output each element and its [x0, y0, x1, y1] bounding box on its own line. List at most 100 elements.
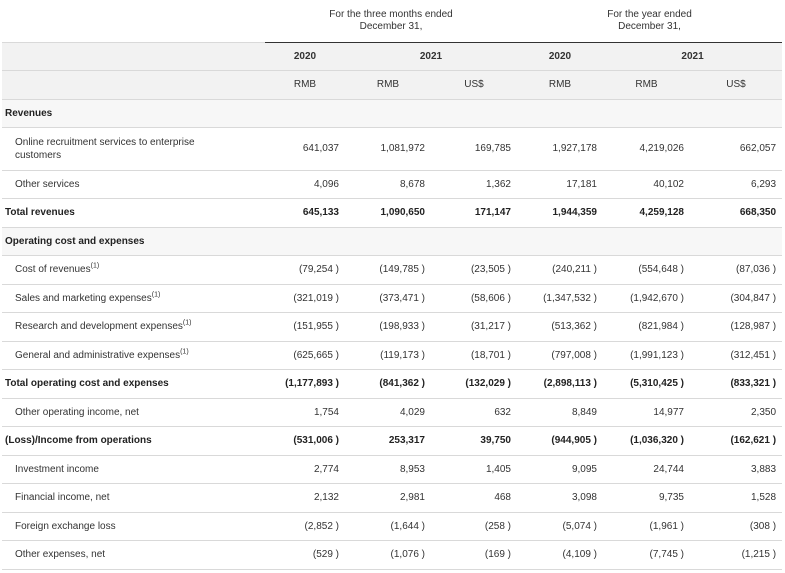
table-row: Total revenues 645,133 1,090,650 171,147 1,9… — [2, 197, 783, 228]
currency-rmb: RMB — [345, 70, 431, 100]
row-label-text: Total revenues — [5, 207, 75, 218]
row-label: Cost of revenues(1) — [2, 255, 265, 285]
cell-value: 1,090,650 — [345, 197, 431, 228]
row-label-text: Foreign exchange loss — [15, 520, 116, 532]
cell-value: (304,847 ) — [690, 284, 783, 313]
cell-value: (87,036 ) — [690, 255, 783, 285]
row-label-text: Online recruitment services to enterpris… — [15, 136, 195, 161]
table-row: Online recruitment services to enterpris… — [2, 127, 783, 171]
cell-value: (1,961 ) — [603, 512, 690, 541]
cell-value: (132,029 ) — [431, 368, 517, 399]
cell-value: (79,254 ) — [265, 255, 345, 285]
cell-value: (128,987 ) — [690, 312, 783, 342]
cell-value: 645,133 — [265, 197, 345, 228]
cell-value: 1,927,178 — [517, 127, 603, 171]
cell-value — [431, 99, 517, 128]
cell-value: (5,074 ) — [517, 512, 603, 541]
cell-value — [265, 227, 345, 256]
cell-value: (58,606 ) — [431, 284, 517, 313]
currency-rmb: RMB — [517, 70, 603, 100]
year-ended-header: For the year ended December 31, — [607, 8, 692, 32]
cell-value: 2,132 — [265, 483, 345, 513]
cell-value: (821,984 ) — [603, 312, 690, 342]
row-label: Sales and marketing expenses(1) — [2, 284, 265, 313]
cell-value: (23,505 ) — [431, 255, 517, 285]
cell-value: (1,991,123 ) — [603, 341, 690, 370]
cell-value — [603, 227, 690, 256]
cell-value: 8,678 — [345, 170, 431, 199]
cell-value — [345, 99, 431, 128]
row-label: Other services — [2, 170, 265, 199]
cell-value — [345, 227, 431, 256]
row-label: Other expenses, net — [2, 540, 265, 570]
cell-value: 40,102 — [603, 170, 690, 199]
cell-value: (625,665 ) — [265, 341, 345, 370]
cell-value: (2,898,113 ) — [517, 368, 603, 399]
cell-value: (1,177,893 ) — [265, 368, 345, 399]
row-label: General and administrative expenses(1) — [2, 341, 265, 370]
cell-value — [690, 99, 783, 128]
cell-value: (797,008 ) — [517, 341, 603, 370]
cell-value: 1,944,359 — [517, 197, 603, 228]
cell-value: (833,321 ) — [690, 368, 783, 399]
cell-value: (1,076 ) — [345, 540, 431, 570]
cell-value: (7,745 ) — [603, 540, 690, 570]
cell-value: (944,905 ) — [517, 425, 603, 456]
cell-value: 1,528 — [690, 483, 783, 513]
row-label-text: Total operating cost and expenses — [5, 378, 169, 389]
row-label-text: Research and development expenses — [15, 321, 183, 332]
cell-value: 468 — [431, 483, 517, 513]
cell-value: 3,098 — [517, 483, 603, 513]
cell-value: (1,347,532 ) — [517, 284, 603, 313]
cell-value: (31,217 ) — [431, 312, 517, 342]
cell-value: (1,942,670 ) — [603, 284, 690, 313]
table-row: (Loss)/Income from operations (531,006 ) 2… — [2, 425, 783, 456]
cell-value: 2,774 — [265, 455, 345, 484]
cell-value: (531,006 ) — [265, 425, 345, 456]
year-2020-annual: 2020 — [517, 41, 603, 71]
cell-value: (4,109 ) — [517, 540, 603, 570]
cell-value: (308 ) — [690, 512, 783, 541]
table-row: Sales and marketing expenses(1) (321,019 … — [2, 284, 783, 313]
table-row: Other services 4,096 8,678 1,362 17,181 40,10… — [2, 170, 783, 199]
row-label-text: Other expenses, net — [15, 549, 106, 560]
row-label: Research and development expenses(1) — [2, 312, 265, 342]
period-group-row: For the three months ended December 31, … — [2, 0, 782, 42]
cell-value: 1,362 — [431, 170, 517, 199]
cell-value: 668,350 — [690, 197, 783, 228]
cell-value: (529 ) — [265, 540, 345, 570]
cell-value: (169 ) — [431, 540, 517, 570]
cell-value: 4,029 — [345, 398, 431, 427]
cell-value: 662,057 — [690, 127, 783, 171]
row-label-text: Investment income — [15, 463, 99, 475]
cell-value: (312,451 ) — [690, 341, 783, 370]
table-row: Financial income, net 2,132 2,981 468 3,098 9… — [2, 483, 783, 513]
row-label: (Loss)/Income from operations — [2, 426, 265, 456]
row-label-text: Other services — [15, 178, 80, 190]
income-statement-table: For the three months ended December 31, … — [2, 0, 783, 570]
cell-value: 253,317 — [345, 425, 431, 456]
cell-value — [431, 227, 517, 256]
row-label: Investment income — [2, 455, 265, 484]
cell-value: 24,744 — [603, 455, 690, 484]
cell-value: 169,785 — [431, 127, 517, 171]
row-label: Foreign exchange loss — [2, 512, 265, 541]
cell-value: (1,036,320 ) — [603, 425, 690, 456]
footnote-marker: (1) — [180, 348, 189, 356]
cell-value: 39,750 — [431, 425, 517, 456]
cell-value: (240,211 ) — [517, 255, 603, 285]
row-label: Other operating income, net — [2, 398, 265, 427]
table-row: Other expenses, net (529 ) (1,076 ) (169 )(… — [2, 540, 783, 570]
year-2020-three-months: 2020 — [265, 41, 345, 71]
row-label-text: Operating cost and expenses — [5, 235, 145, 247]
table-row: Operating cost and expenses — [2, 227, 783, 256]
cell-value: (373,471 ) — [345, 284, 431, 313]
cell-value — [517, 99, 603, 128]
footnote-marker: (1) — [90, 262, 100, 270]
table-row: Foreign exchange loss (2,852 ) (1,644 ) (25… — [2, 512, 783, 541]
footnote-marker: (1) — [182, 319, 192, 327]
table-row: Investment income 2,774 8,953 1,405 9,095 24,… — [2, 455, 783, 484]
cell-value — [603, 99, 690, 128]
row-label-text: Cost of revenues — [15, 264, 91, 275]
cell-value: (258 ) — [431, 512, 517, 541]
